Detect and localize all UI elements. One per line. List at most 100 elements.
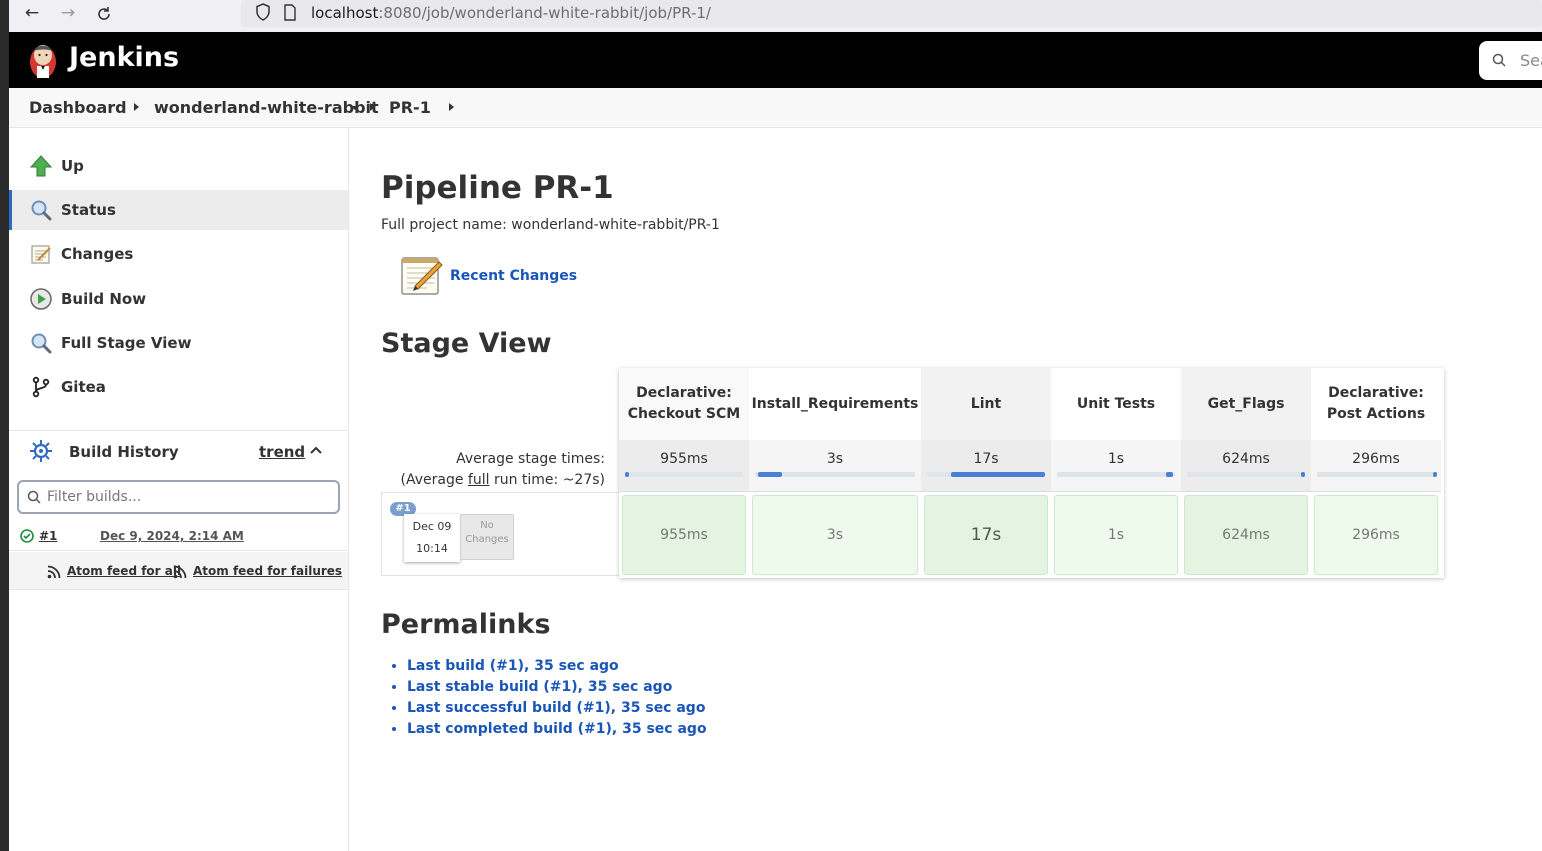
stage-result-cell[interactable]: 296ms (1314, 495, 1438, 575)
trend-link[interactable]: trend (259, 443, 305, 461)
stage-average-time: 1s (1107, 451, 1125, 467)
breadcrumb-dashboard[interactable]: Dashboard (29, 98, 127, 117)
stage-column: Install_Requirements 3s 3s (749, 368, 921, 578)
sidebar-item-build-now[interactable]: Build Now (9, 279, 348, 319)
build-history-header: Build History trend (9, 430, 348, 470)
recent-changes-link[interactable]: Recent Changes (450, 268, 577, 284)
sidebar-item-gitea[interactable]: Gitea (9, 367, 348, 407)
sidebar-item-status[interactable]: Status (9, 190, 348, 230)
stage-column: Lint 17s 17s (921, 368, 1051, 578)
rss-icon (47, 565, 61, 579)
stage-result-cell[interactable]: 1s (1054, 495, 1178, 575)
sidebar-item-up[interactable]: Up (9, 146, 348, 186)
forward-icon[interactable]: → (57, 3, 79, 25)
stage-name: Get_Flags (1207, 395, 1285, 412)
stage-progress-fill (1166, 472, 1173, 477)
notepad-icon[interactable] (399, 252, 445, 298)
stage-average-time: 17s (973, 451, 999, 467)
build-number-link[interactable]: #1 (39, 529, 57, 543)
sidebar-item-label: Full Stage View (61, 334, 192, 352)
url-bar[interactable]: localhost:8080/job/wonderland-white-rabb… (241, 0, 1542, 27)
sidebar-item-label: Status (61, 201, 116, 219)
stage-result-cell[interactable]: 3s (752, 495, 918, 575)
search-box[interactable]: Sea (1479, 41, 1542, 80)
stage-progress-fill (1433, 472, 1437, 477)
stage-average: 296ms (1311, 440, 1441, 492)
build-date-card: Dec 09 10:14 (404, 514, 460, 562)
sidebar-item-label: Build Now (61, 290, 147, 308)
chevron-right-icon[interactable] (370, 103, 375, 111)
stage-result-cell[interactable]: 17s (924, 495, 1048, 575)
stage-average-time: 3s (826, 451, 844, 467)
filter-builds-input[interactable] (47, 486, 332, 508)
full-run-link[interactable]: full (468, 472, 490, 488)
search-icon (1492, 53, 1506, 67)
stage-progress-bar (1317, 472, 1437, 477)
chevron-down-icon[interactable] (351, 106, 359, 110)
stage-name: Unit Tests (1076, 395, 1156, 412)
sidebar-item-label: Gitea (61, 378, 106, 396)
build-history-row[interactable]: #1 Dec 9, 2024, 2:14 AM (9, 523, 348, 551)
sidebar-item-full-stage-view[interactable]: Full Stage View (9, 323, 348, 363)
sidebar-item-changes[interactable]: Changes (9, 234, 348, 274)
back-icon[interactable]: ← (21, 3, 43, 25)
atom-feeds: Atom feed for all Atom feed for failures (9, 552, 348, 590)
stage-column: Get_Flags 624ms 624ms (1181, 368, 1311, 578)
breadcrumb-branch[interactable]: PR-1 (389, 98, 431, 117)
breadcrumb-job[interactable]: wonderland-white-rabbit (154, 98, 379, 117)
stage-header: Install_Requirements (749, 368, 921, 440)
chevron-right-icon[interactable] (449, 103, 454, 111)
stage-result-cell[interactable]: 955ms (622, 495, 746, 575)
stage-name: Declarative: (1328, 385, 1424, 401)
rss-icon (173, 565, 187, 579)
build-run-row: #1 Dec 09 10:14 No Changes (381, 492, 619, 576)
stage-column: Unit Tests 1s 1s (1051, 368, 1181, 578)
search-icon (27, 490, 41, 504)
sidebar-item-label: Changes (61, 245, 134, 263)
permalink-last-completed[interactable]: Last completed build (#1), 35 sec ago (407, 719, 707, 740)
stage-average-time: 296ms (1352, 451, 1400, 467)
build-history-icon (30, 440, 52, 462)
filter-builds-field[interactable] (17, 480, 340, 514)
stage-progress-bar (755, 472, 915, 477)
stage-result-cell[interactable]: 624ms (1184, 495, 1308, 575)
atom-feed-failures-link[interactable]: Atom feed for failures (193, 564, 342, 578)
stage-average: 1s (1051, 440, 1181, 492)
sidebar-item-label: Up (61, 157, 84, 175)
chevron-right-icon[interactable] (134, 103, 139, 111)
success-check-icon (20, 529, 34, 543)
search-placeholder: Sea (1520, 51, 1542, 70)
app-title[interactable]: Jenkins (69, 42, 179, 73)
stage-header: Unit Tests (1051, 368, 1181, 440)
build-date-link[interactable]: Dec 9, 2024, 2:14 AM (100, 529, 244, 543)
jenkins-logo-icon[interactable] (26, 40, 60, 80)
stage-header: Declarative: Checkout SCM (619, 368, 749, 440)
chevron-up-icon[interactable] (309, 445, 323, 455)
permalink-last-stable[interactable]: Last stable build (#1), 35 sec ago (407, 677, 707, 698)
stage-progress-bar (625, 472, 743, 477)
stage-header: Declarative: Post Actions (1311, 368, 1441, 440)
sidebar: Up Status Changes Build Now Full Stage V… (9, 128, 349, 851)
notepad-icon (31, 245, 51, 264)
up-arrow-icon (29, 155, 53, 177)
stage-average-time: 955ms (660, 451, 708, 467)
permalink-last-successful[interactable]: Last successful build (#1), 35 sec ago (407, 698, 707, 719)
average-stage-times-label: Average stage times: (Average full run t… (381, 449, 606, 491)
stage-name: Install_Requirements (751, 395, 919, 412)
run-time: 10:14 (416, 542, 448, 555)
avg-label-line2: (Average full run time: ~27s) (400, 472, 606, 488)
main-content: Pipeline PR-1 Full project name: wonderl… (349, 128, 1542, 851)
stage-name: Declarative: (636, 385, 732, 401)
browser-toolbar: ← → localhost:8080/job/wonderland-white-… (9, 0, 1542, 32)
magnifier-icon (31, 200, 52, 221)
stage-progress-fill (758, 472, 782, 477)
stage-average: 624ms (1181, 440, 1311, 492)
permalink-last-build[interactable]: Last build (#1), 35 sec ago (407, 656, 707, 677)
reload-icon[interactable] (93, 3, 115, 25)
stage-progress-bar (1187, 472, 1305, 477)
stage-progress-fill (625, 472, 629, 477)
url-text: localhost:8080/job/wonderland-white-rabb… (311, 4, 711, 22)
atom-feed-all-link[interactable]: Atom feed for all (67, 564, 181, 578)
stage-progress-fill (951, 472, 1045, 477)
stage-column: Declarative: Checkout SCM 955ms 955ms (619, 368, 749, 578)
